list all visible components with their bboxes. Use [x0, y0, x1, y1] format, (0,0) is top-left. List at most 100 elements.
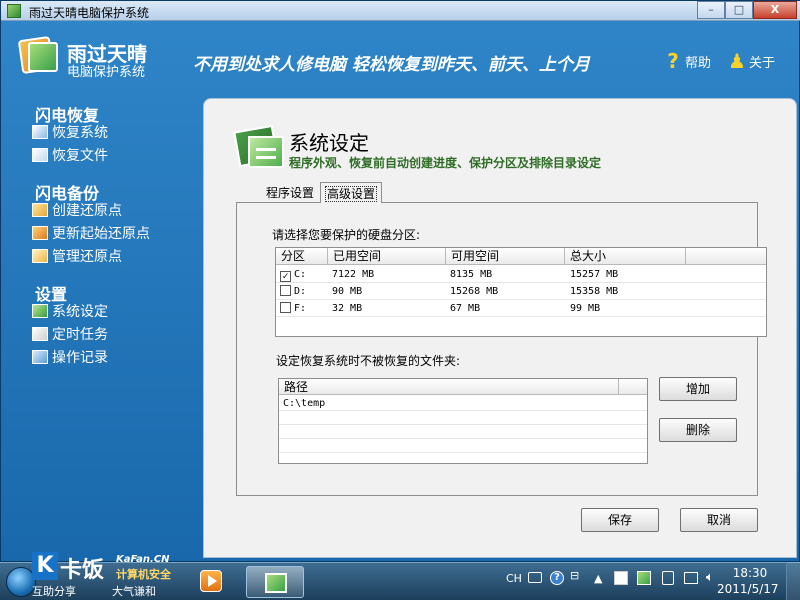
app-logo-icon	[17, 34, 60, 76]
clock-time[interactable]: 18:30	[730, 566, 770, 580]
kafan-logo-icon: K	[32, 552, 58, 580]
media-player-icon	[200, 570, 222, 592]
list-item[interactable]: C:\temp	[279, 397, 647, 411]
action-center-icon[interactable]	[614, 571, 628, 585]
ime-options-icon[interactable]: ⊟	[570, 569, 579, 582]
sidebar-item-restore-file[interactable]: 恢复文件	[32, 145, 108, 165]
partition-checkbox-f[interactable]	[280, 302, 291, 313]
sidebar-item-label: 定时任务	[52, 327, 108, 343]
column-partition[interactable]: 分区	[276, 248, 328, 265]
table-row[interactable]: F: 32 MB 67 MB 99 MB	[276, 300, 766, 317]
sidebar-item-label: 操作记录	[52, 350, 108, 366]
partition-total: 15257 MB	[570, 269, 619, 280]
partition-list[interactable]: 分区 已用空间 可用空间 总大小 ✓ C: 7122 MB 8135 MB 152…	[275, 247, 767, 337]
sidebar-item-restore-system[interactable]: 恢复系统	[32, 122, 108, 142]
partition-total: 15358 MB	[570, 286, 619, 297]
help-icon: ?	[667, 49, 679, 73]
app-tray-icon[interactable]	[637, 571, 651, 585]
keyboard-icon[interactable]	[528, 572, 542, 583]
help-link[interactable]: ? 帮助	[664, 50, 711, 72]
cancel-button[interactable]: 取消	[680, 508, 758, 532]
sidebar-item-label: 更新起始还原点	[52, 226, 150, 242]
table-row[interactable]: D: 90 MB 15268 MB 15358 MB	[276, 283, 766, 300]
column-total[interactable]: 总大小	[565, 248, 686, 265]
taskbar-app-active[interactable]	[246, 566, 304, 598]
maximize-button[interactable]: □	[725, 1, 753, 19]
list-item-empty	[279, 439, 647, 453]
app-taskbar-icon	[265, 573, 287, 593]
partition-free: 15268 MB	[450, 286, 499, 297]
partition-checkbox-c[interactable]: ✓	[280, 271, 291, 282]
tab-program-settings[interactable]: 程序设置	[262, 182, 318, 202]
sidebar-item-label: 恢复文件	[52, 148, 108, 164]
network-icon[interactable]	[684, 572, 698, 584]
tab-label: 高级设置	[325, 186, 378, 202]
partition-prompt: 请选择您要保护的硬盘分区:	[272, 228, 421, 242]
partition-list-header: 分区 已用空间 可用空间 总大小	[276, 248, 766, 265]
sidebar-item-label: 恢复系统	[52, 125, 108, 141]
title-bar[interactable]: 雨过天晴电脑保护系统 – □ X	[1, 1, 800, 21]
table-row[interactable]: ✓ C: 7122 MB 8135 MB 15257 MB	[276, 266, 766, 283]
scheduled-task-icon	[32, 327, 48, 341]
about-link[interactable]: ♟ 关于	[728, 50, 775, 72]
minimize-button[interactable]: –	[697, 1, 725, 19]
column-used[interactable]: 已用空间	[328, 248, 446, 265]
list-item-empty	[279, 425, 647, 439]
restore-file-icon	[32, 148, 48, 162]
show-hidden-icons-icon[interactable]: ▲	[594, 572, 602, 585]
sidebar-item-scheduled-task[interactable]: 定时任务	[32, 324, 108, 344]
manage-restore-point-icon	[32, 249, 48, 263]
exclude-folder-list[interactable]: 路径 C:\temp	[278, 378, 648, 464]
column-path[interactable]: 路径	[279, 379, 619, 395]
volume-icon[interactable]: 🔈︎	[706, 570, 714, 585]
partition-used: 32 MB	[332, 303, 363, 314]
partition-drive: F:	[294, 303, 307, 314]
app-subtitle: 电脑保护系统	[67, 65, 146, 80]
create-restore-point-icon	[32, 203, 48, 217]
kafan-slogan: 计算机安全	[116, 568, 171, 581]
app-icon	[7, 4, 21, 18]
partition-free: 8135 MB	[450, 269, 493, 280]
clock-date[interactable]: 2011/5/17	[717, 582, 779, 596]
sidebar-item-manage-restore-point[interactable]: 管理还原点	[32, 246, 122, 266]
add-button[interactable]: 增加	[659, 377, 737, 401]
close-button[interactable]: X	[753, 1, 797, 19]
restore-system-icon	[32, 125, 48, 139]
tab-advanced-settings[interactable]: 高级设置	[320, 182, 383, 203]
partition-free: 67 MB	[450, 303, 481, 314]
kafan-site: KaFan.CN	[116, 554, 170, 565]
kafan-tagline-right: 大气谦和	[112, 585, 156, 598]
sidebar-item-operation-log[interactable]: 操作记录	[32, 347, 108, 367]
update-restore-point-icon	[32, 226, 48, 240]
sidebar-item-update-restore-point[interactable]: 更新起始还原点	[32, 223, 150, 243]
sidebar-item-create-restore-point[interactable]: 创建还原点	[32, 200, 122, 220]
operation-log-icon	[32, 350, 48, 364]
path-list-header: 路径	[279, 379, 647, 395]
sidebar-item-system-settings[interactable]: 系统设定	[32, 301, 108, 321]
system-settings-large-icon	[233, 122, 286, 170]
page-title: 系统设定	[289, 131, 369, 155]
partition-used: 90 MB	[332, 286, 363, 297]
sidebar-item-label: 管理还原点	[52, 249, 122, 265]
column-free[interactable]: 可用空间	[446, 248, 565, 265]
delete-button[interactable]: 删除	[659, 418, 737, 442]
window-title: 雨过天晴电脑保护系统	[29, 6, 150, 20]
save-button[interactable]: 保存	[581, 508, 659, 532]
kafan-tagline-left: 互助分享	[32, 585, 76, 598]
partition-total: 99 MB	[570, 303, 601, 314]
about-icon: ♟	[728, 49, 746, 73]
kafan-watermark: K 卡饭 KaFan.CN 计算机安全 互助分享 大气谦和	[32, 552, 202, 598]
help-tray-icon[interactable]: ?	[550, 571, 564, 585]
partition-used: 7122 MB	[332, 269, 375, 280]
taskbar-media-player[interactable]	[198, 566, 224, 598]
partition-drive: C:	[294, 269, 307, 280]
show-desktop-button[interactable]	[786, 562, 800, 600]
partition-checkbox-d[interactable]	[280, 285, 291, 296]
device-tray-icon[interactable]	[662, 571, 674, 585]
page-description: 程序外观、恢复前自动创建进度、保护分区及排除目录设定	[289, 156, 602, 170]
language-indicator[interactable]: CH	[506, 572, 522, 585]
sidebar-item-label: 系统设定	[52, 304, 108, 320]
header-slogan: 不用到处求人修电脑 轻松恢复到昨天、前天、上个月	[193, 55, 590, 75]
help-label: 帮助	[685, 55, 712, 71]
partition-drive: D:	[294, 286, 307, 297]
